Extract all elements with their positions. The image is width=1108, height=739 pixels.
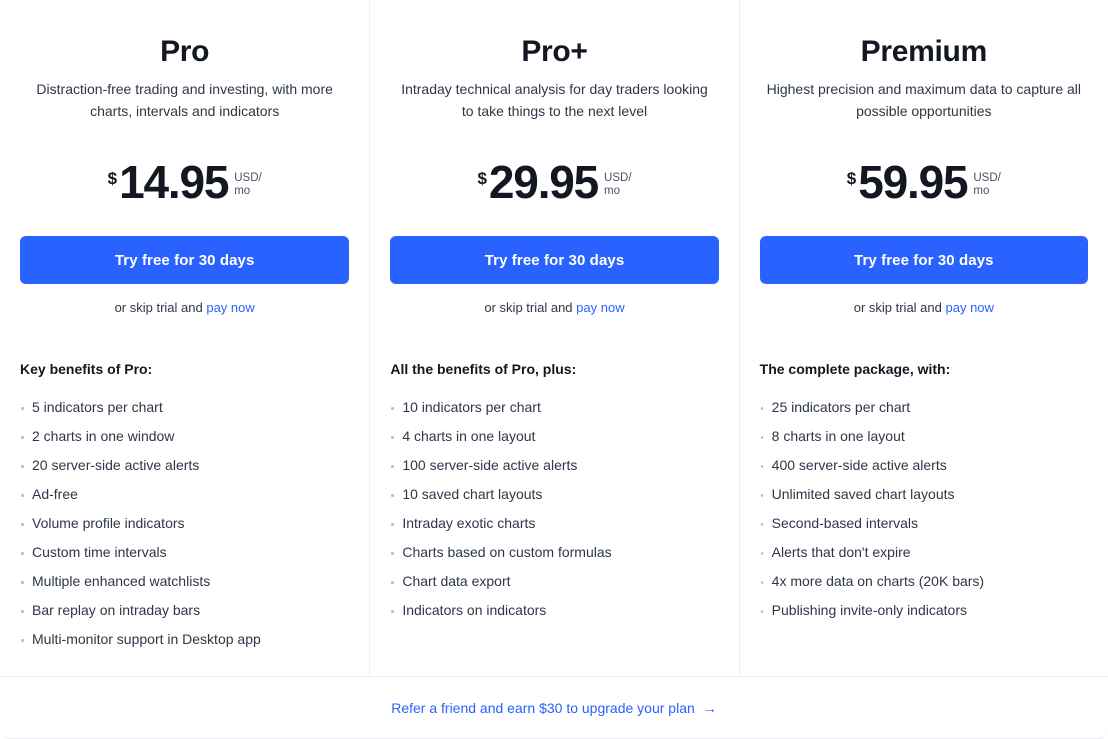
benefits-title-pro: Key benefits of Pro: bbox=[20, 361, 153, 377]
plan-column-pro-plus: Pro+ Intraday technical analysis for day… bbox=[369, 0, 738, 676]
list-item: 100 server-side active alerts bbox=[390, 451, 718, 480]
price-block-pro: $ 14.95 USD/mo bbox=[20, 158, 349, 218]
skip-trial-label-pro-plus: or skip trial and bbox=[484, 300, 573, 315]
list-item: Publishing invite-only indicators bbox=[760, 596, 1088, 625]
plans-row: Pro Distraction-free trading and investi… bbox=[0, 0, 1108, 676]
list-item: Chart data export bbox=[390, 567, 718, 596]
arrow-right-icon: → bbox=[702, 699, 717, 716]
list-item: Volume profile indicators bbox=[20, 509, 349, 538]
price-amount-pro-plus: 29.95 bbox=[488, 156, 599, 208]
list-item: 4 charts in one layout bbox=[390, 422, 718, 451]
list-item: 8 charts in one layout bbox=[760, 422, 1088, 451]
footer-bar: Refer a friend and earn $30 to upgrade y… bbox=[0, 676, 1108, 738]
list-item: Multiple enhanced watchlists bbox=[20, 567, 349, 596]
try-free-button-pro-plus[interactable]: Try free for 30 days bbox=[390, 236, 719, 284]
price-unit-premium: USD/mo bbox=[973, 172, 1001, 197]
skip-trial-premium: or skip trial and pay now bbox=[760, 299, 1088, 317]
plan-column-pro: Pro Distraction-free trading and investi… bbox=[0, 0, 369, 676]
price-currency-premium: $ bbox=[846, 169, 857, 188]
price-currency-pro-plus: $ bbox=[477, 169, 487, 188]
list-item: Second-based intervals bbox=[760, 509, 1088, 538]
price-currency-pro: $ bbox=[107, 169, 118, 188]
price-unit-pro-plus: USD/mo bbox=[604, 172, 632, 197]
list-item: Charts based on custom formulas bbox=[390, 538, 718, 567]
price-amount-pro: 14.95 bbox=[119, 156, 229, 208]
list-item: Ad-free bbox=[20, 480, 349, 509]
benefits-list-premium: 25 indicators per chart 8 charts in one … bbox=[760, 393, 1088, 625]
plan-title-premium: Premium bbox=[860, 35, 988, 68]
list-item: Multi-monitor support in Desktop app bbox=[20, 625, 349, 654]
list-item: 5 indicators per chart bbox=[20, 393, 349, 422]
refer-a-friend-label: Refer a friend and earn $30 to upgrade y… bbox=[391, 699, 695, 716]
list-item: Indicators on indicators bbox=[390, 596, 718, 625]
benefits-title-premium: The complete package, with: bbox=[759, 361, 951, 377]
pay-now-link-premium[interactable]: pay now bbox=[946, 300, 994, 315]
skip-trial-label-premium: or skip trial and bbox=[853, 300, 942, 315]
list-item: 2 charts in one window bbox=[20, 422, 349, 451]
list-item: Alerts that don't expire bbox=[760, 538, 1088, 567]
plan-title-pro-plus: Pro+ bbox=[521, 35, 588, 68]
list-item: Bar replay on intraday bars bbox=[20, 596, 349, 625]
list-item: Custom time intervals bbox=[20, 538, 349, 567]
benefits-list-pro-plus: 10 indicators per chart 4 charts in one … bbox=[390, 393, 718, 625]
plan-description-premium: Highest precision and maximum data to ca… bbox=[766, 81, 1082, 119]
pricing-page: Pro Distraction-free trading and investi… bbox=[0, 0, 1108, 739]
price-block-pro-plus: $ 29.95 USD/mo bbox=[390, 158, 718, 218]
try-free-button-pro[interactable]: Try free for 30 days bbox=[20, 236, 350, 284]
benefits-title-pro-plus: All the benefits of Pro, plus: bbox=[390, 361, 577, 377]
try-free-button-premium[interactable]: Try free for 30 days bbox=[759, 236, 1088, 284]
skip-trial-pro-plus: or skip trial and pay now bbox=[390, 299, 718, 317]
pay-now-link-pro[interactable]: pay now bbox=[206, 300, 254, 315]
list-item: 10 saved chart layouts bbox=[390, 480, 718, 509]
list-item: Unlimited saved chart layouts bbox=[760, 480, 1088, 509]
pay-now-link-pro-plus[interactable]: pay now bbox=[576, 300, 624, 315]
list-item: 20 server-side active alerts bbox=[20, 451, 349, 480]
price-block-premium: $ 59.95 USD/mo bbox=[760, 158, 1088, 218]
plan-title-pro: Pro bbox=[160, 35, 210, 68]
plan-description-pro-plus: Intraday technical analysis for day trad… bbox=[401, 81, 708, 119]
list-item: 4x more data on charts (20K bars) bbox=[760, 567, 1088, 596]
list-item: 400 server-side active alerts bbox=[760, 451, 1088, 480]
price-unit-pro: USD/mo bbox=[234, 172, 262, 197]
list-item: 25 indicators per chart bbox=[760, 393, 1088, 422]
skip-trial-pro: or skip trial and pay now bbox=[20, 299, 349, 317]
price-amount-premium: 59.95 bbox=[858, 156, 968, 208]
benefits-list-pro: 5 indicators per chart 2 charts in one w… bbox=[20, 393, 349, 654]
list-item: Intraday exotic charts bbox=[390, 509, 718, 538]
skip-trial-label-pro: or skip trial and bbox=[114, 300, 203, 315]
plan-column-premium: Premium Highest precision and maximum da… bbox=[738, 0, 1108, 676]
list-item: 10 indicators per chart bbox=[390, 393, 718, 422]
plan-description-pro: Distraction-free trading and investing, … bbox=[36, 81, 333, 119]
refer-a-friend-link[interactable]: Refer a friend and earn $30 to upgrade y… bbox=[391, 698, 717, 718]
